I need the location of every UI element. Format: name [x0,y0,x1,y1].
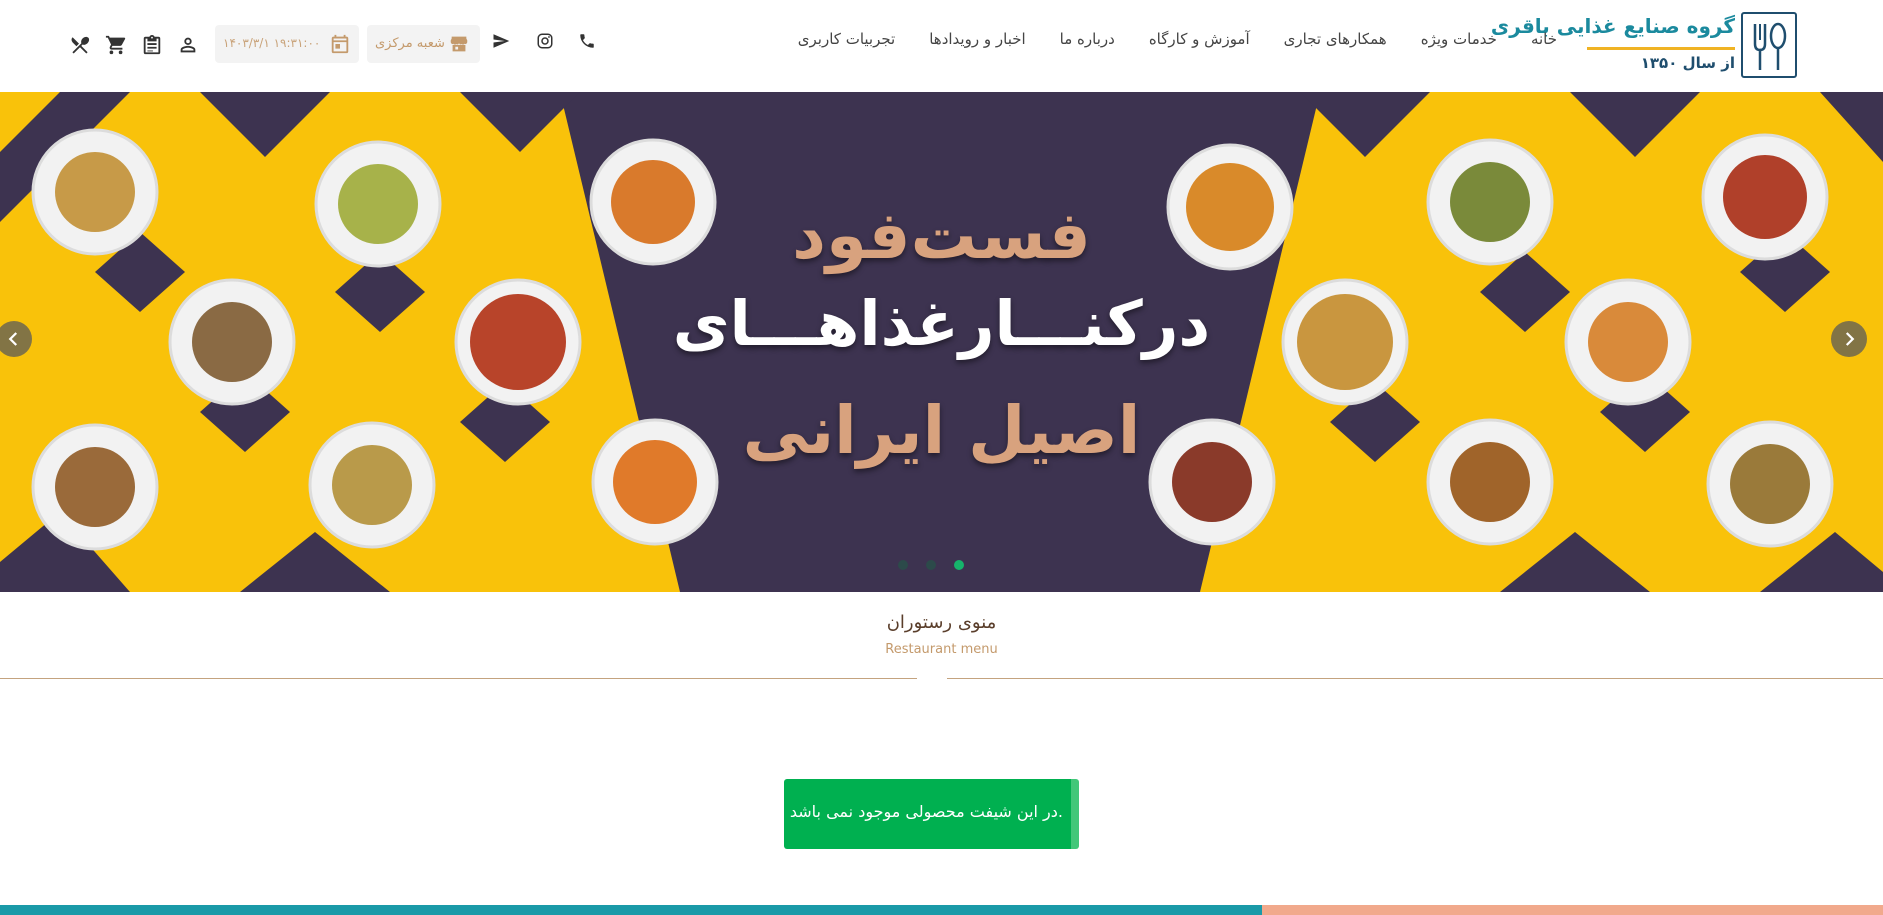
nav-item-home[interactable]: خانه [1531,30,1557,48]
calendar-icon [329,33,351,55]
hero-line-3: اصیل ایرانی [742,392,1141,469]
instagram-icon[interactable] [536,32,558,54]
logo-underline [1587,47,1735,50]
logo[interactable]: گروه صنایع غذایی باقری از سال ۱۳۵۰ [1491,10,1797,80]
logo-subtitle: از سال ۱۳۵۰ [1640,54,1735,72]
branch-selector[interactable]: شعبه مرکزی [367,25,480,63]
footer-bar-accent [1262,905,1883,915]
section-subtitle: Restaurant menu [885,642,998,657]
notice-text: در این شیفت محصولی موجود نمی باشد. [789,802,1063,821]
divider [0,678,917,679]
nav-item-partners[interactable]: همکارهای تجاری [1284,30,1387,48]
datetime-display[interactable]: ۱۴۰۳/۳/۱ ۱۹:۳۱:۰۰ [215,25,359,63]
header: گروه صنایع غذایی باقری از سال ۱۳۵۰ خانه … [0,0,1883,93]
nav-item-special-services[interactable]: خدمات ویژه [1421,30,1497,48]
carousel-dot[interactable] [926,560,936,570]
main-nav: خانه خدمات ویژه همکارهای تجاری آموزش و ک… [798,30,1557,48]
hero-carousel: فست‌فود درکنـــارغذاهـــای اصیل ایرانی [0,92,1883,592]
hero-text: فست‌فود درکنـــارغذاهـــای اصیل ایرانی [0,92,1883,592]
store-icon [448,33,470,55]
footer-bar [0,905,1262,915]
empty-shift-notice: در این شیفت محصولی موجود نمی باشد. [784,779,1079,849]
carousel-dot[interactable] [898,560,908,570]
carousel-dot-active[interactable] [954,560,964,570]
cart-icon[interactable] [102,31,130,59]
section-title: منوی رستوران [886,612,997,633]
nav-item-about[interactable]: درباره ما [1060,30,1115,48]
user-icon[interactable] [174,31,202,59]
phone-icon[interactable] [578,32,600,54]
carousel-indicators [898,560,964,570]
nav-item-training[interactable]: آموزش و کارگاه [1149,30,1250,48]
divider [947,678,1883,679]
hero-line-2: درکنـــارغذاهـــای [672,287,1211,360]
nav-item-experiences[interactable]: تجربیات کاربری [798,30,895,48]
chevron-right-icon [1845,332,1855,346]
nav-item-news[interactable]: اخبار و رویدادها [929,30,1025,48]
branch-label: شعبه مرکزی [375,36,445,51]
logo-mark-icon [1741,12,1797,78]
hero-line-1: فست‌فود [792,197,1091,274]
send-icon[interactable] [492,32,514,54]
clipboard-icon[interactable] [138,31,166,59]
carousel-next-button[interactable] [1831,321,1867,357]
chevron-left-icon [8,332,18,346]
restaurant-icon[interactable] [66,31,94,59]
datetime-value: ۱۴۰۳/۳/۱ ۱۹:۳۱:۰۰ [223,36,321,50]
